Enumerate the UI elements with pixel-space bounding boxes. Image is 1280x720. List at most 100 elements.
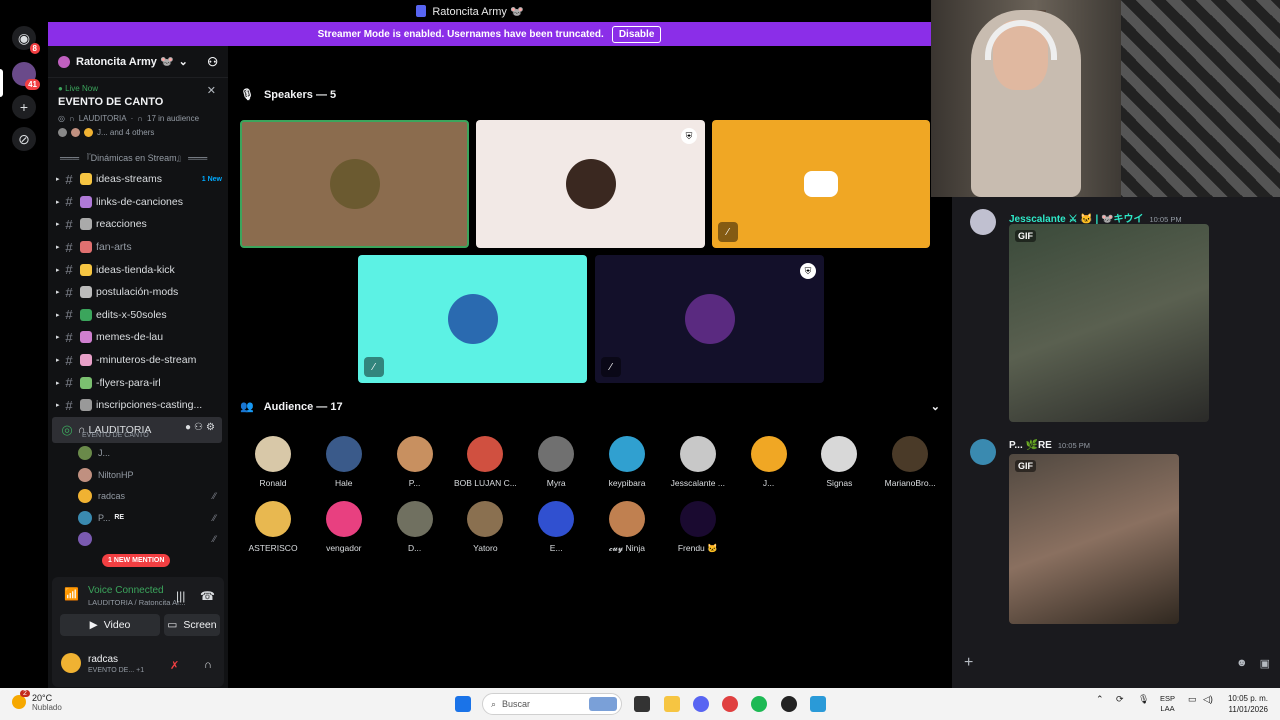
task-view-icon[interactable] (634, 696, 650, 712)
audience-member[interactable]: vengador (309, 501, 379, 553)
audience-member[interactable]: keypibara (592, 436, 662, 488)
channel-item[interactable]: ▸ # ideas-tienda-kick (48, 258, 228, 281)
channel-emoji-icon (80, 241, 92, 254)
close-icon[interactable]: ✕ (207, 84, 216, 97)
avatar[interactable] (61, 653, 81, 673)
channel-emoji-icon (80, 195, 92, 208)
headphones-icon[interactable]: ∩ (204, 659, 212, 671)
audience-member[interactable]: Hale (309, 436, 379, 488)
speaker-tile[interactable]: ⛨ (476, 120, 705, 248)
mic-icon[interactable]: 🎙 (1138, 694, 1149, 705)
audience-member[interactable]: BOB LUJAN C... (450, 436, 520, 488)
audience-member[interactable]: 𝓬𝓾𝔂 Ninja (592, 501, 662, 554)
voice-channel-controls[interactable]: ●⚇⚙ (185, 422, 218, 433)
direct-messages-button[interactable]: ◉ 8 (12, 26, 40, 54)
audience-member[interactable]: P... (380, 436, 450, 488)
discover-button[interactable]: ⊘ (12, 127, 36, 151)
volume-icon[interactable]: ◁) (1203, 694, 1213, 705)
voice-user[interactable]: P... RE ⁄⁄ (48, 507, 228, 529)
channel-item[interactable]: ▸ # links-de-canciones (48, 191, 228, 214)
search-highlight-icon (589, 697, 617, 711)
audience-member[interactable]: Frendu 🐱 (663, 501, 733, 554)
voice-user[interactable]: J... (48, 443, 228, 465)
gif-image[interactable]: GIF (1009, 454, 1179, 624)
server-header[interactable]: Ratoncita Army 🐭 ⌄ ⚇ (48, 46, 228, 78)
avatar[interactable] (970, 209, 996, 235)
audience-member[interactable]: ASTERISCO (238, 501, 308, 553)
sync-icon[interactable]: ⟳ (1116, 694, 1124, 705)
message-author[interactable]: P... 🌿RE 10:05 PM (1009, 440, 1090, 451)
message-author[interactable]: Jesscalante ⚔ 🐱 | 🐭キウイ 10:05 PM (1009, 210, 1182, 225)
new-badge: 1 New (201, 175, 222, 183)
channel-emoji-icon (80, 263, 92, 276)
audience-member[interactable]: J... (734, 436, 804, 488)
message-time: 10:05 PM (1057, 441, 1090, 450)
chevron-down-icon[interactable]: ⌄ (931, 400, 940, 413)
chat-input-bar[interactable]: + ☻ ▣ (964, 649, 1270, 677)
voice-status[interactable]: Voice Connected (88, 585, 164, 596)
channel-item[interactable]: ▸ # -minuteros-de-stream (48, 349, 228, 372)
audience-member[interactable]: Signas (804, 436, 874, 488)
live-event-card[interactable]: ● Live Now EVENTO DE CANTO ◎ ∩ LAUDITORI… (48, 78, 228, 141)
audience-member[interactable]: D... (380, 501, 450, 553)
channel-item[interactable]: ▸ # reacciones (48, 213, 228, 236)
gif-icon[interactable]: ▣ (1260, 657, 1270, 670)
audience-member[interactable]: E... (521, 501, 591, 553)
emoji-icon[interactable]: ☻ (1236, 657, 1248, 669)
channel-item[interactable]: ▸ # postulación-mods (48, 281, 228, 304)
spotify-icon[interactable] (751, 696, 767, 712)
audience-name: keypibara (608, 478, 646, 488)
channel-item[interactable]: ▸ # ideas-streams 1 New (48, 168, 228, 191)
speaker-tile[interactable]: ⁄ (358, 255, 587, 383)
channel-item[interactable]: ▸ # memes-de-lau (48, 326, 228, 349)
discord-taskbar-icon[interactable] (693, 696, 709, 712)
voice-user[interactable]: radcas ⁄⁄ (48, 486, 228, 508)
channel-item[interactable]: ▸ # -flyers-para-irl (48, 371, 228, 394)
speaker-tile[interactable]: ⛨ ⁄ (595, 255, 824, 383)
audience-member[interactable]: Yatoro (450, 501, 520, 553)
add-server-button[interactable]: + (12, 95, 36, 119)
mic-muted-icon[interactable]: ✗ (170, 659, 179, 672)
audience-member[interactable]: MarianoBro... (875, 436, 945, 488)
clock[interactable]: 10:05 p. m. 11/01/2026 (1228, 693, 1268, 715)
weather-widget[interactable]: 2 20°C Nublado (12, 690, 62, 712)
disable-button[interactable]: Disable (611, 25, 662, 43)
category-header[interactable]: ═══ 『Dinámicas en Stream』 ═══ (48, 141, 228, 168)
chevron-up-icon[interactable]: ⌃ (1096, 694, 1104, 705)
taskbar-search[interactable]: ⌕ Buscar (482, 693, 622, 715)
audience-member[interactable]: Ronald (238, 436, 308, 488)
file-explorer-icon[interactable] (664, 696, 680, 712)
add-member-icon[interactable]: ⚇ (207, 55, 218, 69)
soundboard-icon[interactable]: ||| (176, 589, 185, 603)
video-button[interactable]: ▶ Video (60, 614, 160, 636)
voice-user[interactable]: NiltonHP (48, 464, 228, 486)
hash-icon: # (65, 216, 73, 232)
mic-muted-icon: ⁄ (718, 222, 738, 242)
audience-member[interactable]: Myra (521, 436, 591, 488)
voice-user[interactable]: ⁄⁄ (48, 529, 228, 551)
chrome-icon[interactable] (722, 696, 738, 712)
screen-button[interactable]: ▭ Screen (164, 614, 220, 636)
avatar[interactable] (970, 439, 996, 465)
server-ratoncita-army[interactable]: 41 (12, 62, 40, 90)
speaker-tile[interactable]: ⁄ (712, 120, 930, 248)
channel-item[interactable]: ▸ # fan-arts (48, 236, 228, 259)
voice-channel-lauditoria[interactable]: ◎ ∩ LAUDITORIA EVENTO DE CANTO ●⚇⚙ (52, 416, 222, 443)
gif-image[interactable]: GIF (1009, 224, 1209, 422)
channel-item[interactable]: ▸ # edits-x-50soles (48, 304, 228, 327)
new-mention-pill[interactable]: 1 NEW MENTION (102, 554, 171, 567)
audience-member[interactable]: Jesscalante ... (663, 436, 733, 488)
channel-item[interactable]: ▸ # inscripciones-casting... (48, 394, 228, 417)
app-icon[interactable] (810, 696, 826, 712)
event-title: EVENTO DE CANTO (58, 96, 164, 108)
network-icon[interactable]: ▭ (1188, 694, 1197, 705)
speaker-tile[interactable] (240, 120, 469, 248)
avatar (609, 501, 645, 537)
disconnect-icon[interactable]: ☎ (200, 589, 215, 603)
language-indicator[interactable]: ESP LAA (1160, 694, 1175, 714)
obs-icon[interactable] (781, 696, 797, 712)
plus-icon[interactable]: + (964, 654, 973, 672)
voice-sub[interactable]: LAUDITORIA / Ratoncita Ar... (88, 598, 185, 607)
channel-label: reacciones (96, 218, 147, 231)
windows-start-icon[interactable] (455, 696, 471, 712)
